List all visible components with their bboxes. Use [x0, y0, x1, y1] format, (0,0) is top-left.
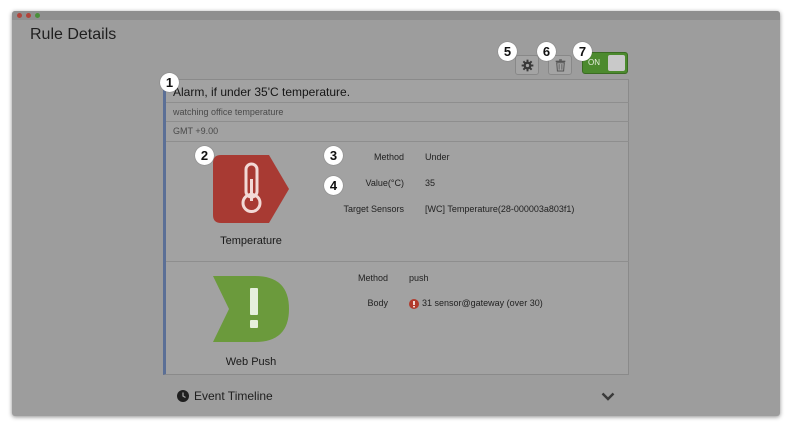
window-minimize-dot[interactable] — [26, 13, 31, 18]
app-window: Rule Details ON Alarm, if under 35'C tem… — [12, 11, 780, 416]
window-close-dot[interactable] — [17, 13, 22, 18]
rule-card: Alarm, if under 35'C temperature. watchi… — [163, 79, 629, 375]
condition-method-label: Method — [373, 152, 404, 162]
event-timeline-toggle[interactable]: Event Timeline — [194, 389, 273, 403]
condition-caption: Temperature — [220, 235, 282, 247]
condition-method-value: Under — [425, 152, 450, 162]
exclamation-icon — [213, 276, 289, 342]
divider — [166, 121, 629, 122]
page-title: Rule Details — [30, 26, 117, 43]
window-maximize-dot[interactable] — [35, 13, 40, 18]
chevron-down-icon[interactable] — [601, 392, 615, 401]
action-body-value: 31 sensor@gateway (over 30) — [422, 298, 543, 308]
warning-icon — [409, 299, 419, 309]
divider — [166, 102, 629, 103]
divider — [166, 261, 629, 262]
rule-title: Alarm, if under 35'C temperature. — [173, 85, 351, 99]
callout-1: 1 — [160, 73, 179, 92]
action-method-label: Method — [357, 273, 388, 283]
action-caption: Web Push — [225, 356, 277, 368]
thermometer-icon — [213, 155, 289, 223]
condition-value-label: Value(°C) — [365, 178, 404, 188]
condition-value-value: 35 — [425, 178, 436, 188]
callout-2: 2 — [195, 146, 214, 165]
condition-sensors-value: [WC] Temperature(28-000003a803f1) — [425, 204, 575, 214]
action-body-label: Body — [367, 298, 388, 308]
settings-button[interactable] — [515, 55, 539, 75]
divider — [166, 141, 629, 142]
trash-icon — [555, 58, 565, 72]
callout-6: 6 — [537, 42, 556, 61]
callout-4: 4 — [324, 176, 343, 195]
rule-description: watching office temperature — [173, 107, 284, 117]
action-method-value: push — [409, 273, 429, 283]
condition-sensors-label: Target Sensors — [343, 204, 404, 214]
clock-icon — [177, 390, 189, 402]
callout-5: 5 — [498, 42, 517, 61]
rule-timezone: GMT +9.00 — [173, 126, 219, 136]
toggle-label: ON — [588, 58, 600, 67]
window-titlebar — [12, 11, 780, 20]
gear-icon — [521, 59, 533, 71]
callout-7: 7 — [573, 42, 592, 61]
callout-3: 3 — [324, 146, 343, 165]
toggle-knob[interactable] — [608, 55, 625, 71]
